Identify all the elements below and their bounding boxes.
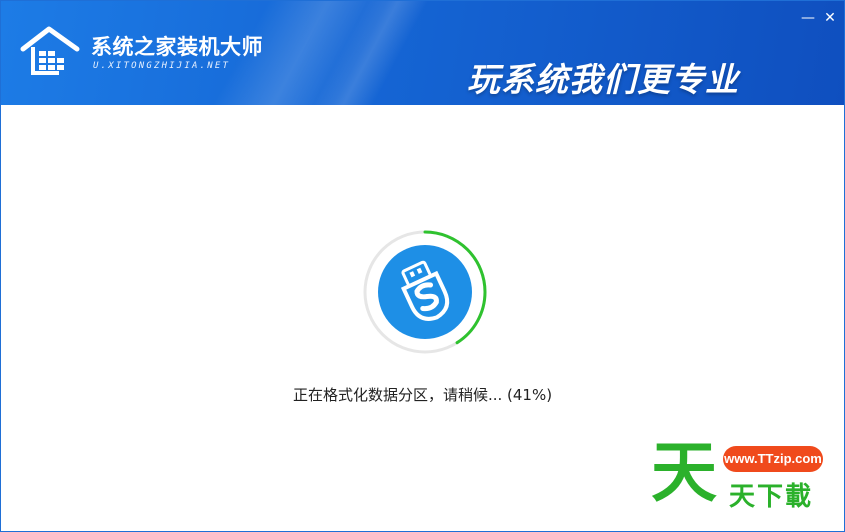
site-watermark: 天 www.TTzip.com 天下載 (651, 436, 841, 516)
house-logo-icon (20, 26, 80, 75)
header-banner: 系统之家装机大师 U.XITONGZHIJIA.NET 玩系统我们更专业 — ✕ (1, 1, 844, 105)
close-icon[interactable]: ✕ (821, 9, 839, 27)
watermark-text: 天下載 (729, 482, 814, 512)
watermark-url-badge: www.TTzip.com (723, 446, 823, 472)
installer-window: 系统之家装机大师 U.XITONGZHIJIA.NET 玩系统我们更专业 — ✕… (0, 0, 845, 532)
slogan: 玩系统我们更专业 (467, 60, 739, 99)
usb-icon-background (378, 245, 472, 339)
brand-url: U.XITONGZHIJIA.NET (93, 61, 231, 71)
brand-title: 系统之家装机大师 (91, 35, 263, 59)
minimize-icon[interactable]: — (799, 9, 817, 27)
progress-status-text: 正在格式化数据分区，请稍候... (41%) (292, 386, 553, 404)
progress-ring (363, 230, 487, 354)
watermark-big-char: 天 (651, 434, 717, 511)
